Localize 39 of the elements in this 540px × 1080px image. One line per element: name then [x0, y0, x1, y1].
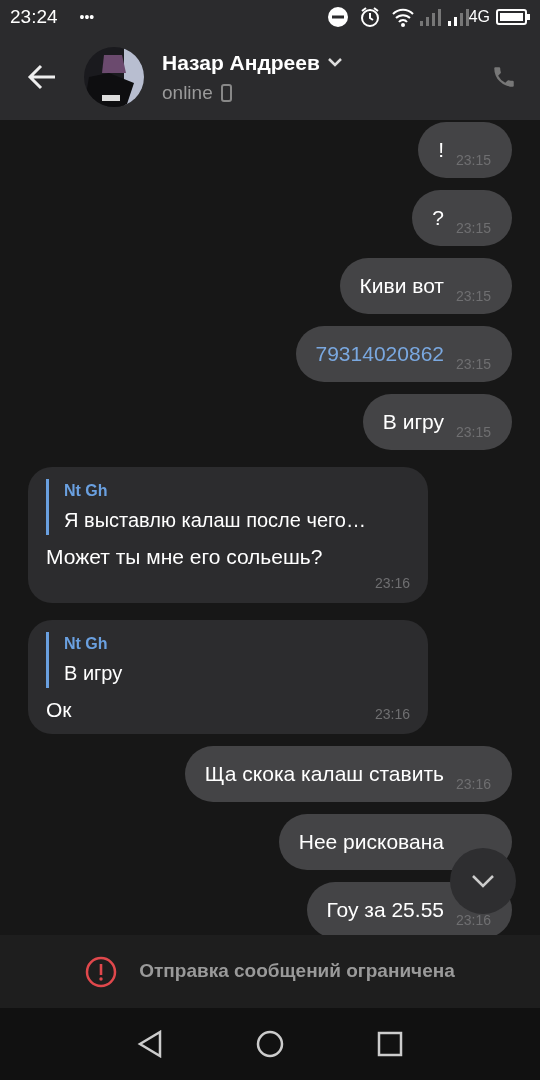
alarm-icon	[358, 6, 381, 28]
message-time: 23:16	[373, 705, 410, 724]
message-text: Ок	[46, 696, 72, 723]
error-icon	[85, 955, 118, 988]
reply-text: Я выставлю калаш после чего…	[64, 508, 367, 533]
reply-author: Nt Gh	[64, 633, 109, 654]
message-text: !	[438, 137, 444, 164]
message-text: Киви вот	[359, 273, 444, 300]
wifi-icon	[390, 7, 415, 27]
message-text: Нее рискована	[298, 829, 444, 856]
notification-dots: •••	[79, 7, 95, 27]
status-time: 23:24	[10, 4, 58, 29]
reply-text: В игру	[64, 660, 124, 686]
message-text: Может ты мне его сольешь?	[46, 544, 323, 570]
recents-nav-icon[interactable]	[377, 1031, 404, 1057]
message-text: Гоу за 25.55	[326, 897, 444, 924]
message-text: ?	[432, 205, 444, 232]
chevron-down-icon	[471, 874, 495, 888]
reply-author: Nt Gh	[64, 481, 109, 501]
back-arrow-icon	[27, 64, 57, 90]
chevron-down-icon	[327, 58, 342, 68]
message-text: Ща скока калаш ставить	[204, 761, 444, 788]
signal-icon	[446, 8, 469, 26]
phone-device-icon	[220, 83, 232, 102]
reply-quote[interactable]: Nt Gh Я выставлю калаш после чего…	[46, 479, 410, 535]
signal-icon	[418, 8, 441, 26]
reply-quote[interactable]: Nt Gh В игру	[46, 631, 410, 688]
phone-icon	[491, 64, 517, 90]
home-nav-icon[interactable]	[256, 1030, 284, 1058]
network-type: 4G	[468, 7, 490, 27]
restriction-notice: Отправка сообщений ограничена	[139, 959, 455, 984]
message-time: 23:16	[373, 573, 410, 593]
contact-name[interactable]: Назар Андреев	[162, 47, 320, 79]
back-nav-icon[interactable]	[136, 1030, 163, 1058]
contact-status: online	[162, 80, 213, 105]
phone-link[interactable]: 79314020862	[315, 338, 444, 370]
battery-icon	[496, 9, 530, 25]
do-not-disturb-icon	[326, 6, 349, 28]
message-text: В игру	[382, 409, 444, 436]
